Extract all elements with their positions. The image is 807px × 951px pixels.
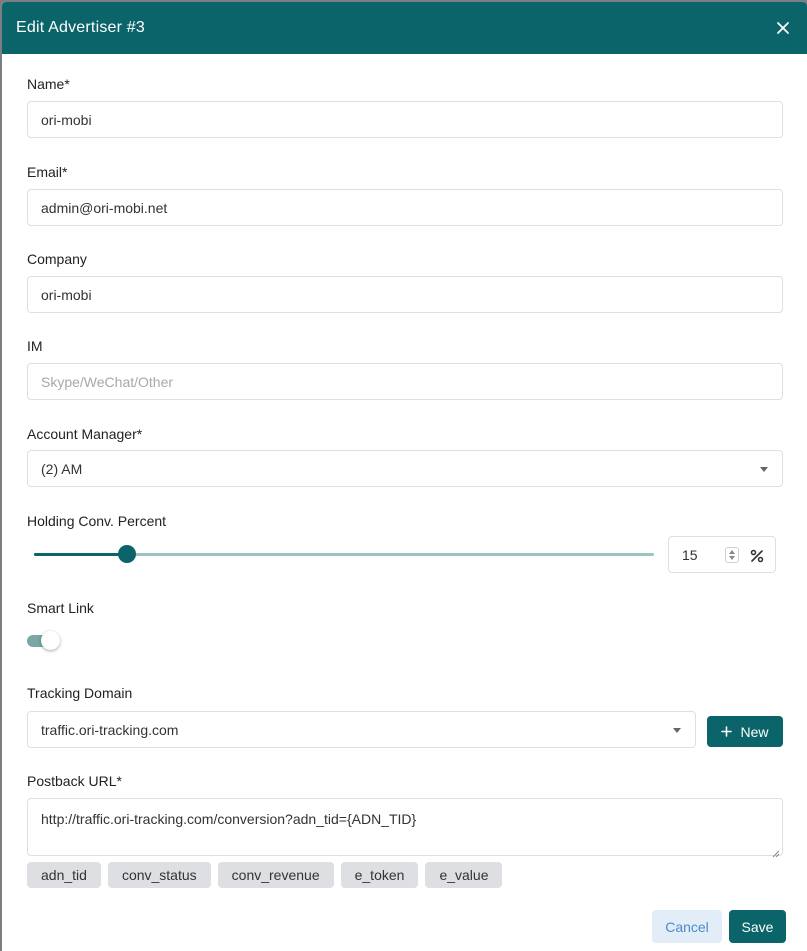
postback-url-value: http://traffic.ori-tracking.com/conversi… <box>41 811 417 827</box>
postback-url-label: Postback URL* <box>27 773 122 789</box>
slider-fill <box>34 553 127 556</box>
spin-down-icon[interactable] <box>729 556 735 560</box>
edit-advertiser-modal: Edit Advertiser #3 Name* ori-mobi Email*… <box>2 2 807 951</box>
chevron-down-icon <box>673 727 681 733</box>
percent-icon <box>749 548 765 564</box>
cancel-button[interactable]: Cancel <box>652 910 722 943</box>
email-label: Email* <box>27 164 68 180</box>
name-input[interactable]: ori-mobi <box>27 101 783 138</box>
holding-percent-value: 15 <box>682 546 698 563</box>
toggle-knob <box>41 631 60 650</box>
tracking-domain-value: traffic.ori-tracking.com <box>41 721 179 738</box>
slider-thumb[interactable] <box>118 545 136 563</box>
account-manager-label: Account Manager* <box>27 426 143 442</box>
macro-chip[interactable]: conv_revenue <box>217 862 334 888</box>
new-domain-label: New <box>740 723 769 740</box>
modal-header: Edit Advertiser #3 <box>2 2 807 54</box>
chevron-down-icon <box>760 466 768 472</box>
resize-grip-icon[interactable] <box>772 845 780 858</box>
macro-chip[interactable]: e_token <box>340 862 419 888</box>
plus-icon <box>721 726 733 737</box>
holding-percent-label: Holding Conv. Percent <box>27 513 167 529</box>
number-spinner[interactable] <box>725 547 739 563</box>
name-label: Name* <box>27 76 70 92</box>
spin-up-icon[interactable] <box>729 550 735 554</box>
modal-title: Edit Advertiser #3 <box>16 19 145 36</box>
account-manager-value: (2) AM <box>41 460 83 477</box>
holding-percent-slider[interactable] <box>34 545 654 563</box>
macro-chip[interactable]: conv_status <box>107 862 211 888</box>
smart-link-toggle[interactable] <box>27 631 60 650</box>
macro-chip[interactable]: adn_tid <box>27 862 101 888</box>
new-domain-button[interactable]: New <box>707 716 783 747</box>
company-input[interactable]: ori-mobi <box>27 276 783 313</box>
email-input[interactable]: admin@ori-mobi.net <box>27 189 783 226</box>
im-label: IM <box>27 338 43 354</box>
macro-chip[interactable]: e_value <box>425 862 503 888</box>
account-manager-select[interactable]: (2) AM <box>27 450 783 487</box>
save-button[interactable]: Save <box>729 910 786 943</box>
tracking-domain-select[interactable]: traffic.ori-tracking.com <box>27 711 696 748</box>
im-input[interactable]: Skype/WeChat/Other <box>27 363 783 400</box>
smart-link-label: Smart Link <box>27 600 94 616</box>
company-label: Company <box>27 251 87 267</box>
macro-chips: adn_tid conv_status conv_revenue e_token… <box>27 862 503 888</box>
postback-url-textarea[interactable]: http://traffic.ori-tracking.com/conversi… <box>27 798 783 858</box>
close-icon[interactable] <box>773 18 793 38</box>
holding-percent-input[interactable]: 15 <box>668 536 776 573</box>
tracking-domain-label: Tracking Domain <box>27 685 133 701</box>
